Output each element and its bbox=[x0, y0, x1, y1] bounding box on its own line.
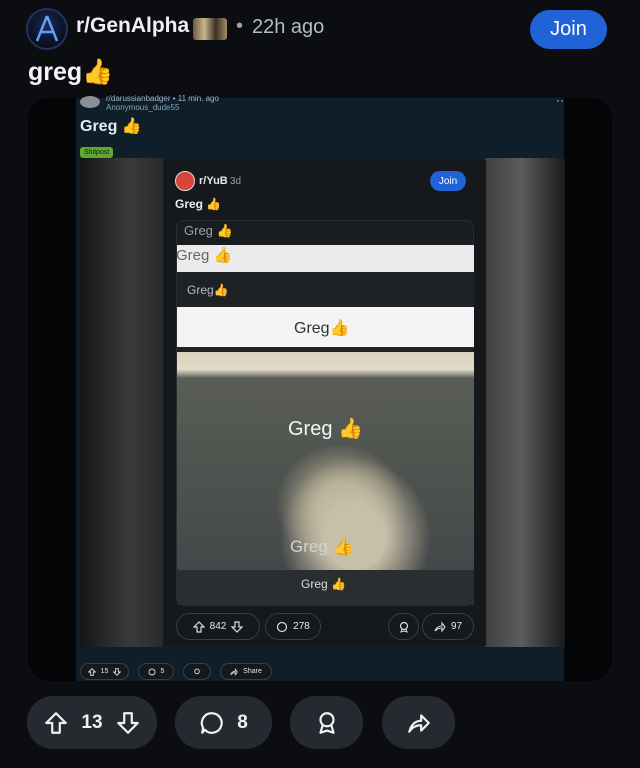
share-arrow-icon bbox=[407, 713, 430, 733]
inner-comment-count: 5 bbox=[160, 668, 165, 675]
caption-text: Greg bbox=[294, 320, 330, 337]
downvote-arrow-icon[interactable] bbox=[115, 710, 141, 736]
blurred-left-edge bbox=[80, 158, 163, 647]
comment-count: 8 bbox=[237, 711, 248, 733]
thumbs-up-emoji: 👍 bbox=[331, 577, 346, 591]
share-button[interactable] bbox=[382, 696, 455, 749]
repost-share-pill: 97 bbox=[422, 613, 474, 640]
caption-6: Greg 👍 bbox=[290, 537, 354, 557]
thumbs-up-emoji: 👍 bbox=[338, 418, 363, 440]
inner-post-avatar bbox=[80, 96, 100, 108]
join-button[interactable]: Join bbox=[530, 10, 607, 49]
inner-upvote-count: 15 bbox=[100, 668, 109, 675]
repost-comment-pill: 278 bbox=[265, 613, 321, 640]
post-title[interactable]: greg👍 bbox=[28, 58, 113, 87]
inner-post-title: Greg 👍 bbox=[80, 116, 142, 136]
comment-bubble-icon bbox=[148, 668, 156, 675]
inner-share-label: Share bbox=[243, 668, 262, 675]
downvote-arrow-icon bbox=[113, 667, 122, 676]
inner-award-pill bbox=[183, 663, 211, 680]
alpha-logo-icon bbox=[35, 15, 59, 42]
thumbs-up-emoji: 👍 bbox=[332, 537, 354, 556]
separator-dot: • bbox=[236, 15, 244, 37]
repost-award-pill bbox=[388, 613, 419, 640]
downvote-arrow-icon bbox=[231, 620, 244, 633]
upvote-arrow-icon bbox=[87, 667, 96, 676]
caption-1: Greg 👍 bbox=[184, 223, 233, 239]
upvote-arrow-icon bbox=[192, 620, 205, 633]
inner-post-username: Anonymous_dude55 bbox=[106, 103, 180, 112]
caption-4: Greg👍 bbox=[294, 318, 350, 338]
upvote-arrow-icon[interactable] bbox=[43, 710, 69, 736]
comment-bubble-icon bbox=[200, 711, 223, 734]
caption-text: Greg bbox=[290, 537, 328, 556]
caption-text: Greg bbox=[176, 247, 210, 264]
comment-bubble-icon bbox=[277, 621, 288, 632]
caption-2: Greg 👍 bbox=[176, 246, 232, 264]
thumbs-up-emoji: 👍 bbox=[216, 223, 233, 238]
inner-post-flair: Shitpost bbox=[80, 147, 114, 158]
share-arrow-icon bbox=[434, 620, 446, 633]
inner-post-title-text: Greg bbox=[80, 118, 118, 135]
thumbs-up-emoji: 👍 bbox=[121, 118, 142, 135]
inner-vote-pill: 15 bbox=[80, 663, 129, 680]
caption-3: Greg👍 bbox=[187, 283, 229, 297]
vote-control: 13 bbox=[27, 696, 157, 749]
thumbs-up-emoji: 👍 bbox=[82, 58, 114, 86]
post-time: 22h ago bbox=[252, 16, 325, 38]
caption-text: Greg bbox=[187, 283, 214, 297]
inner-post-subreddit: r/darussianbadger • 11 min. ago bbox=[106, 94, 219, 103]
repost-share-count: 97 bbox=[450, 621, 463, 632]
repost-upvote-count: 842 bbox=[209, 621, 227, 632]
caption-7: Greg 👍 bbox=[301, 577, 346, 591]
award-icon bbox=[399, 621, 408, 633]
subreddit-name[interactable]: r/GenAlpha bbox=[76, 14, 189, 38]
share-arrow-icon bbox=[230, 667, 239, 676]
award-icon bbox=[318, 711, 335, 734]
repost-join-button: Join bbox=[430, 171, 466, 191]
repost-title-text: Greg bbox=[175, 197, 204, 211]
blurred-right-edge bbox=[485, 158, 565, 647]
upvote-count: 13 bbox=[81, 711, 103, 733]
thumbs-up-emoji: 👍 bbox=[213, 283, 229, 297]
subreddit-banner-thumbnail bbox=[193, 18, 227, 40]
thumbs-up-emoji: 👍 bbox=[329, 320, 350, 337]
inner-comment-pill: 5 bbox=[138, 663, 174, 680]
repost-avatar bbox=[175, 171, 195, 191]
award-icon bbox=[194, 668, 200, 674]
caption-5: Greg 👍 bbox=[288, 416, 363, 441]
caption-text: Greg bbox=[288, 418, 333, 440]
repost-title: Greg 👍 bbox=[175, 197, 221, 211]
inner-share-pill: Share bbox=[220, 663, 272, 680]
award-button[interactable] bbox=[290, 696, 363, 749]
caption-text: Greg bbox=[301, 577, 328, 591]
caption-text: Greg bbox=[184, 223, 213, 238]
repost-subreddit: r/YuB bbox=[199, 175, 228, 187]
subreddit-avatar[interactable] bbox=[26, 8, 68, 50]
comments-button[interactable]: 8 bbox=[175, 696, 272, 749]
repost-comment-count: 278 bbox=[293, 621, 310, 632]
thumbs-up-emoji: 👍 bbox=[213, 247, 233, 264]
post-title-text: greg bbox=[28, 58, 83, 86]
repost-time: 3d bbox=[230, 176, 242, 187]
thumbs-up-emoji: 👍 bbox=[206, 197, 222, 211]
repost-vote-pill: 842 bbox=[176, 613, 260, 640]
inner-post-more-icon: ·· bbox=[556, 93, 564, 107]
